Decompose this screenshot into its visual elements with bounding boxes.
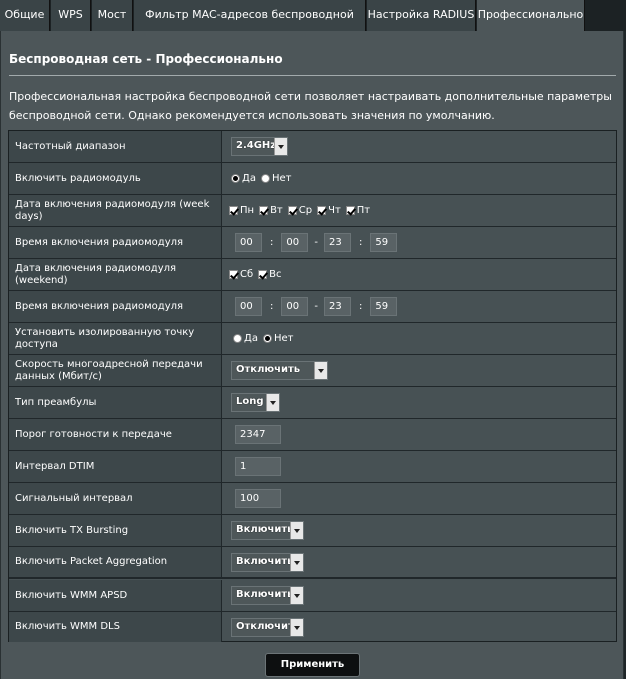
checkbox-icon bbox=[287, 206, 297, 215]
radio-button-icon bbox=[233, 334, 242, 343]
row-packet-aggregation: Включить Packet Aggregation Включить bbox=[9, 547, 616, 579]
day-fri-checkbox[interactable]: Пт bbox=[345, 205, 370, 216]
page-description: Профессиональная настройка беспроводной … bbox=[9, 90, 612, 122]
checkbox-icon bbox=[229, 206, 238, 215]
tx-bursting-select[interactable]: Включить bbox=[231, 521, 304, 540]
week-end-hour-input[interactable]: 23 bbox=[323, 233, 351, 252]
row-beacon: Сигнальный интервал 100 bbox=[9, 483, 616, 515]
chevron-down-icon bbox=[290, 618, 303, 636]
checkbox-icon bbox=[345, 206, 355, 215]
row-radio-days: Дата включения радиомодуля (week days) П… bbox=[9, 195, 616, 227]
radio-days-label: Дата включения радиомодуля (week days) bbox=[15, 198, 210, 222]
radio-button-icon bbox=[262, 334, 272, 343]
row-multicast-rate: Скорость многоадресной передачи данных (… bbox=[9, 355, 616, 387]
chevron-down-icon bbox=[290, 587, 303, 604]
tab-bridge[interactable]: Мост bbox=[92, 0, 133, 31]
row-radio-time-week: Время включения радиомодуля 00 : 00 - 23… bbox=[9, 227, 616, 259]
dtim-label: Интервал DTIM bbox=[15, 460, 95, 472]
tab-general[interactable]: Общие bbox=[0, 0, 50, 31]
preamble-select[interactable]: Long bbox=[231, 393, 280, 412]
radio-time-weekend-label: Время включения радиомодуля bbox=[15, 300, 184, 312]
packet-aggr-label: Включить Packet Aggregation bbox=[15, 556, 168, 567]
weekend-end-minute-input[interactable]: 59 bbox=[370, 297, 398, 316]
row-ap-isolation: Установить изолированную точку доступа Д… bbox=[9, 323, 616, 355]
row-dtim: Интервал DTIM 1 bbox=[9, 451, 616, 483]
row-tx-bursting: Включить TX Bursting Включить bbox=[9, 515, 616, 547]
packet-aggr-select[interactable]: Включить bbox=[231, 552, 304, 572]
radio-enable-yes[interactable]: Да bbox=[231, 173, 256, 184]
ap-isolation-label: Установить изолированную точку доступа bbox=[15, 326, 195, 350]
week-start-hour-input[interactable]: 00 bbox=[235, 233, 262, 252]
wmm-dls-select[interactable]: Отключить bbox=[231, 617, 304, 637]
tab-bar: Общие WPS Мост Фильтр MAC-адресов беспро… bbox=[0, 0, 626, 51]
chevron-down-icon bbox=[266, 394, 279, 411]
radio-enable-no[interactable]: Нет bbox=[260, 173, 291, 184]
day-sun-checkbox[interactable]: Вс bbox=[258, 269, 282, 280]
band-select[interactable]: 2.4GHz bbox=[231, 137, 288, 156]
row-rts-threshold: Порог готовности к передаче 2347 bbox=[9, 419, 616, 451]
rts-threshold-input[interactable]: 2347 bbox=[235, 425, 281, 444]
wmm-apsd-label: Включить WMM APSD bbox=[15, 589, 128, 601]
multicast-rate-label: Скорость многоадресной передачи данных (… bbox=[15, 358, 203, 382]
chevron-down-icon bbox=[290, 553, 303, 571]
row-radio-time-weekend: Время включения радиомодуля 00 : 00 - 23… bbox=[9, 291, 616, 323]
checkbox-icon bbox=[259, 206, 269, 215]
day-mon-checkbox[interactable]: Пн bbox=[229, 205, 254, 216]
rts-threshold-label: Порог готовности к передаче bbox=[15, 428, 172, 440]
row-preamble: Тип преамбулы Long bbox=[9, 387, 616, 419]
radio-weekend-label: Дата включения радиомодуля (weekend) bbox=[15, 262, 177, 286]
chevron-down-icon bbox=[274, 138, 287, 155]
day-wed-checkbox[interactable]: Ср bbox=[287, 205, 312, 216]
settings-panel: Беспроводная сеть - Профессионально Проф… bbox=[0, 31, 624, 679]
radio-time-week-label: Время включения радиомодуля bbox=[15, 236, 184, 248]
row-radio-enable: Включить радиомодуль Да Нет bbox=[9, 163, 616, 195]
title-divider bbox=[9, 75, 616, 76]
tx-bursting-label: Включить TX Bursting bbox=[15, 524, 129, 536]
row-band: Частотный диапазон 2.4GHz bbox=[9, 131, 616, 163]
radio-button-icon bbox=[231, 174, 240, 183]
radio-enable-label: Включить радиомодуль bbox=[15, 172, 141, 184]
ap-isolation-no[interactable]: Нет bbox=[262, 333, 293, 344]
tab-wps[interactable]: WPS bbox=[51, 0, 91, 31]
week-start-minute-input[interactable]: 00 bbox=[281, 233, 309, 252]
weekend-start-hour-input[interactable]: 00 bbox=[235, 297, 262, 316]
checkbox-icon bbox=[229, 270, 238, 279]
row-radio-weekend: Дата включения радиомодуля (weekend) Сб … bbox=[9, 259, 616, 291]
beacon-label: Сигнальный интервал bbox=[15, 492, 133, 504]
band-label: Частотный диапазон bbox=[15, 140, 126, 152]
chevron-down-icon bbox=[290, 522, 303, 539]
wmm-apsd-select[interactable]: Включить bbox=[231, 586, 304, 605]
multicast-rate-select[interactable]: Отключить bbox=[231, 361, 328, 380]
preamble-label: Тип преамбулы bbox=[15, 396, 97, 408]
dtim-input[interactable]: 1 bbox=[235, 457, 281, 476]
tab-mac-filter[interactable]: Фильтр MAC-адресов беспроводной сети bbox=[134, 0, 366, 51]
chevron-down-icon bbox=[314, 362, 327, 379]
day-thu-checkbox[interactable]: Чт bbox=[317, 205, 341, 216]
settings-table: Частотный диапазон 2.4GHz Включить радио… bbox=[8, 130, 617, 642]
day-sat-checkbox[interactable]: Сб bbox=[229, 269, 253, 280]
beacon-input[interactable]: 100 bbox=[235, 489, 281, 508]
checkbox-icon bbox=[258, 270, 268, 279]
weekend-start-minute-input[interactable]: 00 bbox=[281, 297, 309, 316]
checkbox-icon bbox=[317, 206, 327, 215]
apply-button[interactable]: Применить bbox=[265, 653, 360, 677]
day-tue-checkbox[interactable]: Вт bbox=[259, 205, 283, 216]
weekend-end-hour-input[interactable]: 23 bbox=[323, 297, 351, 316]
page-title: Беспроводная сеть - Профессионально bbox=[9, 52, 283, 66]
row-wmm-dls: Включить WMM DLS Отключить bbox=[9, 612, 616, 642]
ap-isolation-yes[interactable]: Да bbox=[233, 333, 258, 344]
wmm-dls-label: Включить WMM DLS bbox=[15, 621, 120, 632]
week-end-minute-input[interactable]: 59 bbox=[370, 233, 398, 252]
tab-radius[interactable]: Настройка RADIUS bbox=[367, 0, 476, 31]
radio-button-icon bbox=[260, 174, 270, 183]
tab-professional[interactable]: Профессионально bbox=[477, 0, 585, 31]
row-wmm-apsd: Включить WMM APSD Включить bbox=[9, 580, 616, 612]
